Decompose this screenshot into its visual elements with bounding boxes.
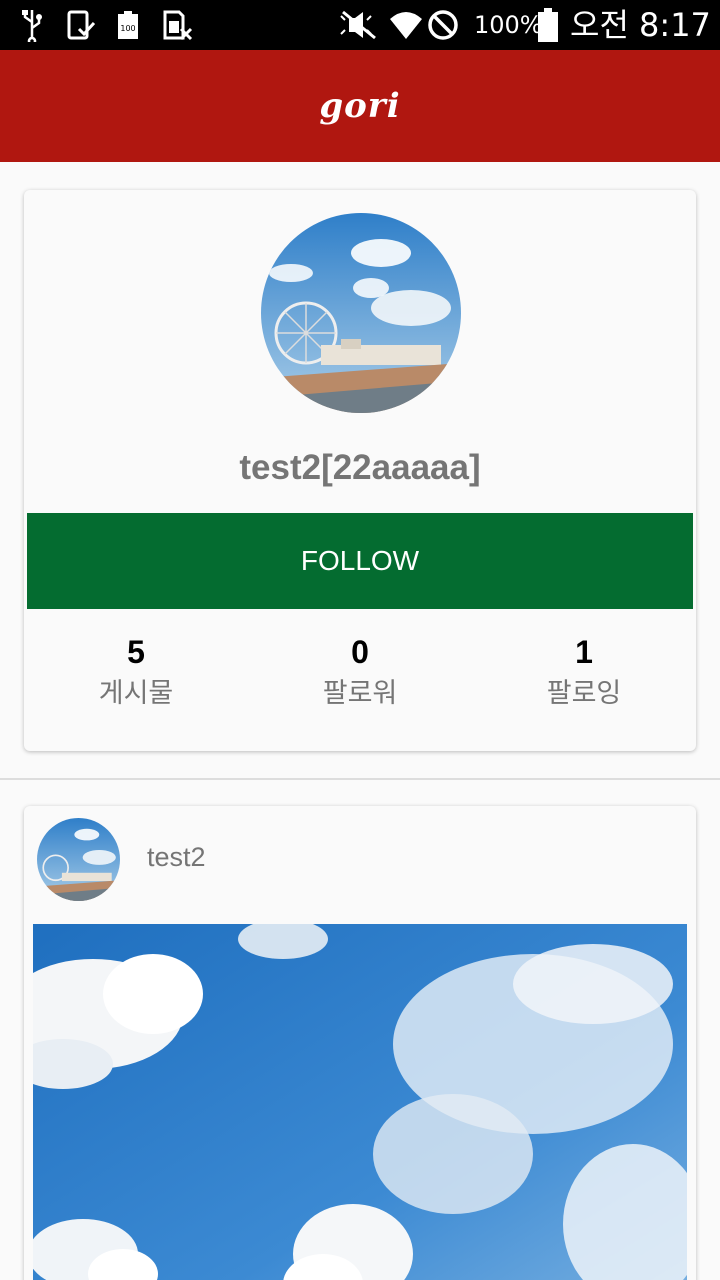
post-author-avatar[interactable] [37,818,120,901]
stat-followers[interactable]: 0 팔로워 [248,630,472,720]
post-author-name[interactable]: test2 [147,842,206,873]
download-done-icon [64,8,98,42]
app-bar: gori [0,50,720,162]
stat-count: 5 [127,634,145,670]
stat-label: 팔로잉 [546,678,622,709]
mute-icon [336,8,380,42]
profile-card: test2[22aaaaa] FOLLOW 5 게시물 0 팔로워 1 팔로잉 [24,190,696,751]
stat-posts[interactable]: 5 게시물 [24,630,248,720]
profile-username: test2[22aaaaa] [239,448,481,487]
profile-avatar[interactable] [261,213,461,413]
follow-button[interactable]: FOLLOW [27,513,693,609]
sim-off-icon [160,8,194,42]
stat-label: 게시물 [98,678,174,709]
svg-text:100: 100 [120,24,135,33]
battery-saver-icon: 100 [116,8,140,42]
battery-icon [536,8,560,42]
stat-count: 1 [575,634,593,670]
do-not-disturb-icon [426,8,460,42]
app-title: gori [319,86,401,126]
stat-label: 팔로워 [322,678,398,709]
usb-icon [18,8,46,42]
stat-following[interactable]: 1 팔로잉 [472,630,696,720]
profile-stats: 5 게시물 0 팔로워 1 팔로잉 [24,630,696,720]
wifi-icon [388,8,424,42]
post-image[interactable] [33,924,687,1280]
stat-count: 0 [351,634,369,670]
post-card[interactable]: test2 [24,806,696,1280]
battery-percent: 100% [474,11,543,39]
divider [0,778,720,780]
status-bar: 100 100% 오전 8:17 [0,0,720,50]
clock: 오전 8:17 [570,6,711,44]
